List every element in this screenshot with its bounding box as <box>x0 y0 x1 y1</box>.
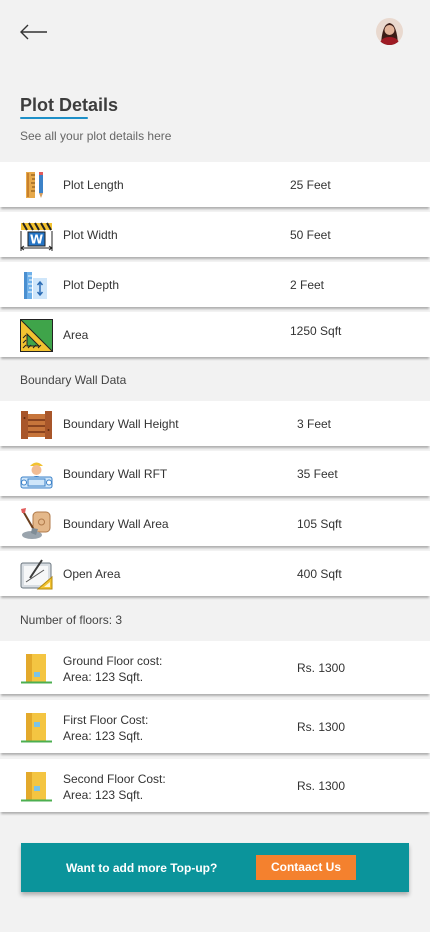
row-value: 1250 Sqft <box>290 324 342 338</box>
row-label: Open Area <box>63 567 121 581</box>
topup-banner: Want to add more Top-up? Contaact Us <box>21 843 409 892</box>
row-value: Rs. 1300 <box>297 779 346 793</box>
row-value: 2 Feet <box>290 278 325 292</box>
row-value: 50 Feet <box>290 228 331 242</box>
page-title: Plot Details <box>20 95 119 115</box>
list-item-open-area[interactable]: Open Area 400 Sqft <box>0 551 430 596</box>
drafting-board-icon <box>20 558 53 591</box>
building-floor-icon <box>20 770 53 803</box>
list-item-second-floor[interactable]: Second Floor Cost: Area: 123 Sqft. Rs. 1… <box>0 759 430 812</box>
list-item-boundary-wall-area[interactable]: Boundary Wall Area 105 Sqft <box>0 501 430 546</box>
depth-gauge-icon <box>20 269 53 302</box>
cement-shovel-icon <box>20 508 53 541</box>
engineer-blueprint-icon <box>20 458 53 491</box>
page-subtitle: See all your plot details here <box>20 129 172 143</box>
row-value: 400 Sqft <box>297 567 342 581</box>
set-square-icon <box>20 318 54 352</box>
row-value: 35 Feet <box>297 467 338 481</box>
section-heading-boundary: Boundary Wall Data <box>20 373 127 387</box>
section-heading-floors: Number of floors: 3 <box>20 613 123 627</box>
building-floor-icon <box>20 711 53 744</box>
row-label: Plot Length <box>63 178 124 192</box>
row-value: Rs. 1300 <box>297 720 346 734</box>
row-label: Second Floor Cost: Area: 123 Sqft. <box>63 772 166 802</box>
list-item-plot-depth[interactable]: Plot Depth 2 Feet <box>0 262 430 307</box>
top-bar <box>0 0 430 70</box>
wooden-fence-icon <box>20 408 53 441</box>
width-measure-icon: W <box>20 219 53 252</box>
building-floor-icon <box>20 652 53 685</box>
list-item-plot-length[interactable]: Plot Length 25 Feet <box>0 162 430 207</box>
row-value: 25 Feet <box>290 178 331 192</box>
row-label: First Floor Cost: Area: 123 Sqft. <box>63 713 149 743</box>
contact-us-button[interactable]: Contaact Us <box>256 855 356 880</box>
avatar[interactable] <box>376 18 403 45</box>
row-label: Boundary Wall RFT <box>63 467 168 481</box>
back-arrow-icon[interactable] <box>19 21 49 43</box>
row-label: Plot Width <box>63 228 118 242</box>
list-item-ground-floor[interactable]: Ground Floor cost: Area: 123 Sqft. Rs. 1… <box>0 641 430 694</box>
list-item-boundary-wall-rft[interactable]: Boundary Wall RFT 35 Feet <box>0 451 430 496</box>
title-underline <box>20 117 88 119</box>
ruler-icon <box>20 169 53 202</box>
row-value: Rs. 1300 <box>297 661 346 675</box>
row-value: 105 Sqft <box>297 517 342 531</box>
row-label: Boundary Wall Area <box>63 517 169 531</box>
list-item-boundary-wall-height[interactable]: Boundary Wall Height 3 Feet <box>0 401 430 446</box>
topup-prompt-text: Want to add more Top-up? <box>66 861 218 875</box>
list-item-area[interactable]: Area 1250 Sqft <box>0 312 430 357</box>
row-label: Boundary Wall Height <box>63 417 179 431</box>
svg-text:W: W <box>30 233 43 247</box>
row-value: 3 Feet <box>297 417 332 431</box>
row-label: Plot Depth <box>63 278 120 292</box>
row-label: Ground Floor cost: Area: 123 Sqft. <box>63 654 163 684</box>
list-item-first-floor[interactable]: First Floor Cost: Area: 123 Sqft. Rs. 13… <box>0 700 430 753</box>
list-item-plot-width[interactable]: W Plot Width 50 Feet <box>0 212 430 257</box>
row-label: Area <box>63 328 89 342</box>
